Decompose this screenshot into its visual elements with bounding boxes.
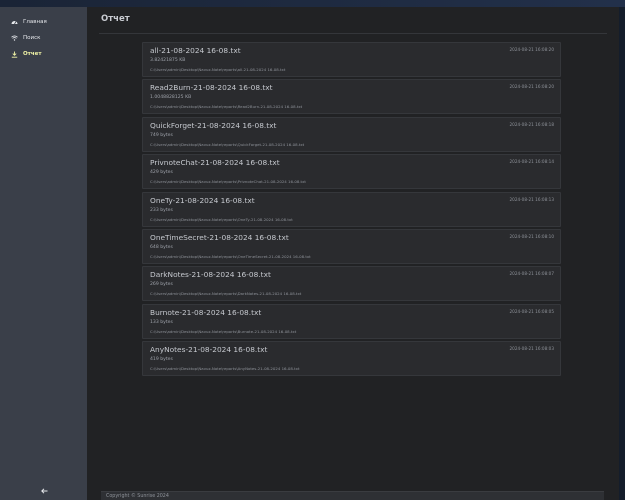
sidebar-item-report[interactable]: Отчет: [0, 47, 87, 61]
scrollbar[interactable]: [619, 7, 625, 500]
file-card[interactable]: all-21-08-2024 16-08.txt 3.82421875 KB C…: [142, 42, 561, 77]
file-date: 2024-08-21 16:08:18: [509, 122, 554, 127]
file-name: Burnote-21-08-2024 16-08.txt: [150, 308, 262, 317]
file-path: C:\Users\admin\Desktop\Navuz-Note\report…: [150, 104, 303, 109]
file-card[interactable]: DarkNotes-21-08-2024 16-08.txt 269 bytes…: [142, 266, 561, 301]
file-size: 3.82421875 KB: [150, 58, 186, 63]
file-path: C:\Users\admin\Desktop\Navuz-Note\report…: [150, 291, 302, 296]
file-size: 429 bytes: [150, 170, 173, 175]
file-date: 2024-08-21 16:08:07: [509, 271, 554, 276]
footer: Copyright © Sunrise 2024: [101, 491, 604, 500]
file-card[interactable]: OneTimeSecret-21-08-2024 16-08.txt 648 b…: [142, 229, 561, 264]
wifi-icon: [8, 35, 20, 41]
main-content: Отчет all-21-08-2024 16-08.txt 3.8242187…: [87, 7, 619, 500]
file-path: C:\Users\admin\Desktop\Navuz-Note\report…: [150, 329, 297, 334]
file-date: 2024-08-21 16:08:10: [509, 234, 554, 239]
top-bar: [0, 0, 625, 7]
file-size: 269 bytes: [150, 282, 173, 287]
file-date: 2024-08-21 16:08:14: [509, 159, 554, 164]
sidebar-item-label: Главная: [23, 19, 47, 25]
file-name: DarkNotes-21-08-2024 16-08.txt: [150, 270, 271, 279]
file-date: 2024-08-21 16:08:03: [509, 346, 554, 351]
file-path: C:\Users\admin\Desktop\Navuz-Note\report…: [150, 67, 286, 72]
divider: [99, 33, 607, 34]
file-card[interactable]: PrivnoteChat-21-08-2024 16-08.txt 429 by…: [142, 154, 561, 189]
file-size: 749 bytes: [150, 133, 173, 138]
collapse-sidebar-button[interactable]: [38, 482, 50, 494]
file-name: OneTy-21-08-2024 16-08.txt: [150, 196, 255, 205]
file-date: 2024-08-21 16:08:20: [509, 84, 554, 89]
file-path: C:\Users\admin\Desktop\Navuz-Note\report…: [150, 254, 311, 259]
dashboard-icon: [8, 19, 20, 25]
file-size: 648 bytes: [150, 245, 173, 250]
file-name: QuickForget-21-08-2024 16-08.txt: [150, 121, 277, 130]
file-card[interactable]: QuickForget-21-08-2024 16-08.txt 749 byt…: [142, 117, 561, 152]
download-icon: [8, 51, 20, 58]
file-path: C:\Users\admin\Desktop\Navuz-Note\report…: [150, 366, 300, 371]
file-path: C:\Users\admin\Desktop\Navuz-Note\report…: [150, 179, 306, 184]
file-card[interactable]: OneTy-21-08-2024 16-08.txt 233 bytes C:\…: [142, 192, 561, 227]
file-card[interactable]: Burnote-21-08-2024 16-08.txt 133 bytes C…: [142, 304, 561, 339]
arrow-left-icon: [40, 479, 48, 498]
file-card[interactable]: AnyNotes-21-08-2024 16-08.txt 419 bytes …: [142, 341, 561, 376]
file-size: 233 bytes: [150, 208, 173, 213]
file-name: AnyNotes-21-08-2024 16-08.txt: [150, 345, 268, 354]
sidebar: Главная Поиск Отчет: [0, 7, 87, 500]
file-name: all-21-08-2024 16-08.txt: [150, 46, 241, 55]
sidebar-item-label: Отчет: [23, 51, 42, 57]
file-size: 1.0048828125 KB: [150, 95, 192, 100]
copyright-text: Copyright © Sunrise 2024: [106, 494, 169, 499]
file-date: 2024-08-21 16:08:20: [509, 47, 554, 52]
sidebar-item-label: Поиск: [23, 35, 41, 41]
page-title: Отчет: [101, 14, 130, 24]
sidebar-item-home[interactable]: Главная: [0, 15, 87, 29]
file-size: 419 bytes: [150, 357, 173, 362]
file-name: PrivnoteChat-21-08-2024 16-08.txt: [150, 158, 280, 167]
file-size: 133 bytes: [150, 320, 173, 325]
file-date: 2024-08-21 16:08:13: [509, 197, 554, 202]
file-name: Read2Burn-21-08-2024 16-08.txt: [150, 83, 273, 92]
file-card[interactable]: Read2Burn-21-08-2024 16-08.txt 1.0048828…: [142, 79, 561, 114]
sidebar-item-search[interactable]: Поиск: [0, 31, 87, 45]
file-name: OneTimeSecret-21-08-2024 16-08.txt: [150, 233, 289, 242]
file-path: C:\Users\admin\Desktop\Navuz-Note\report…: [150, 142, 305, 147]
file-date: 2024-08-21 16:08:05: [509, 309, 554, 314]
file-path: C:\Users\admin\Desktop\Navuz-Note\report…: [150, 217, 293, 222]
